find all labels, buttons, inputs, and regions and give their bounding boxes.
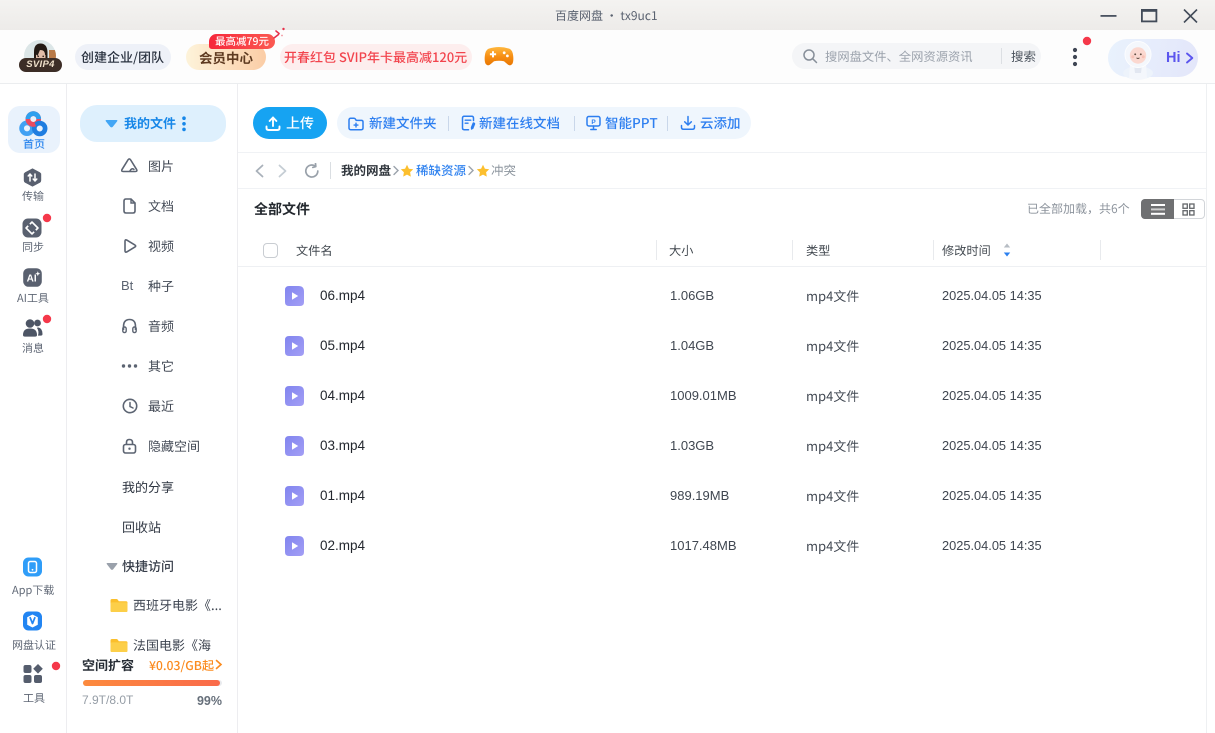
svg-text:AI: AI xyxy=(27,274,37,285)
svg-text:P: P xyxy=(591,119,596,126)
